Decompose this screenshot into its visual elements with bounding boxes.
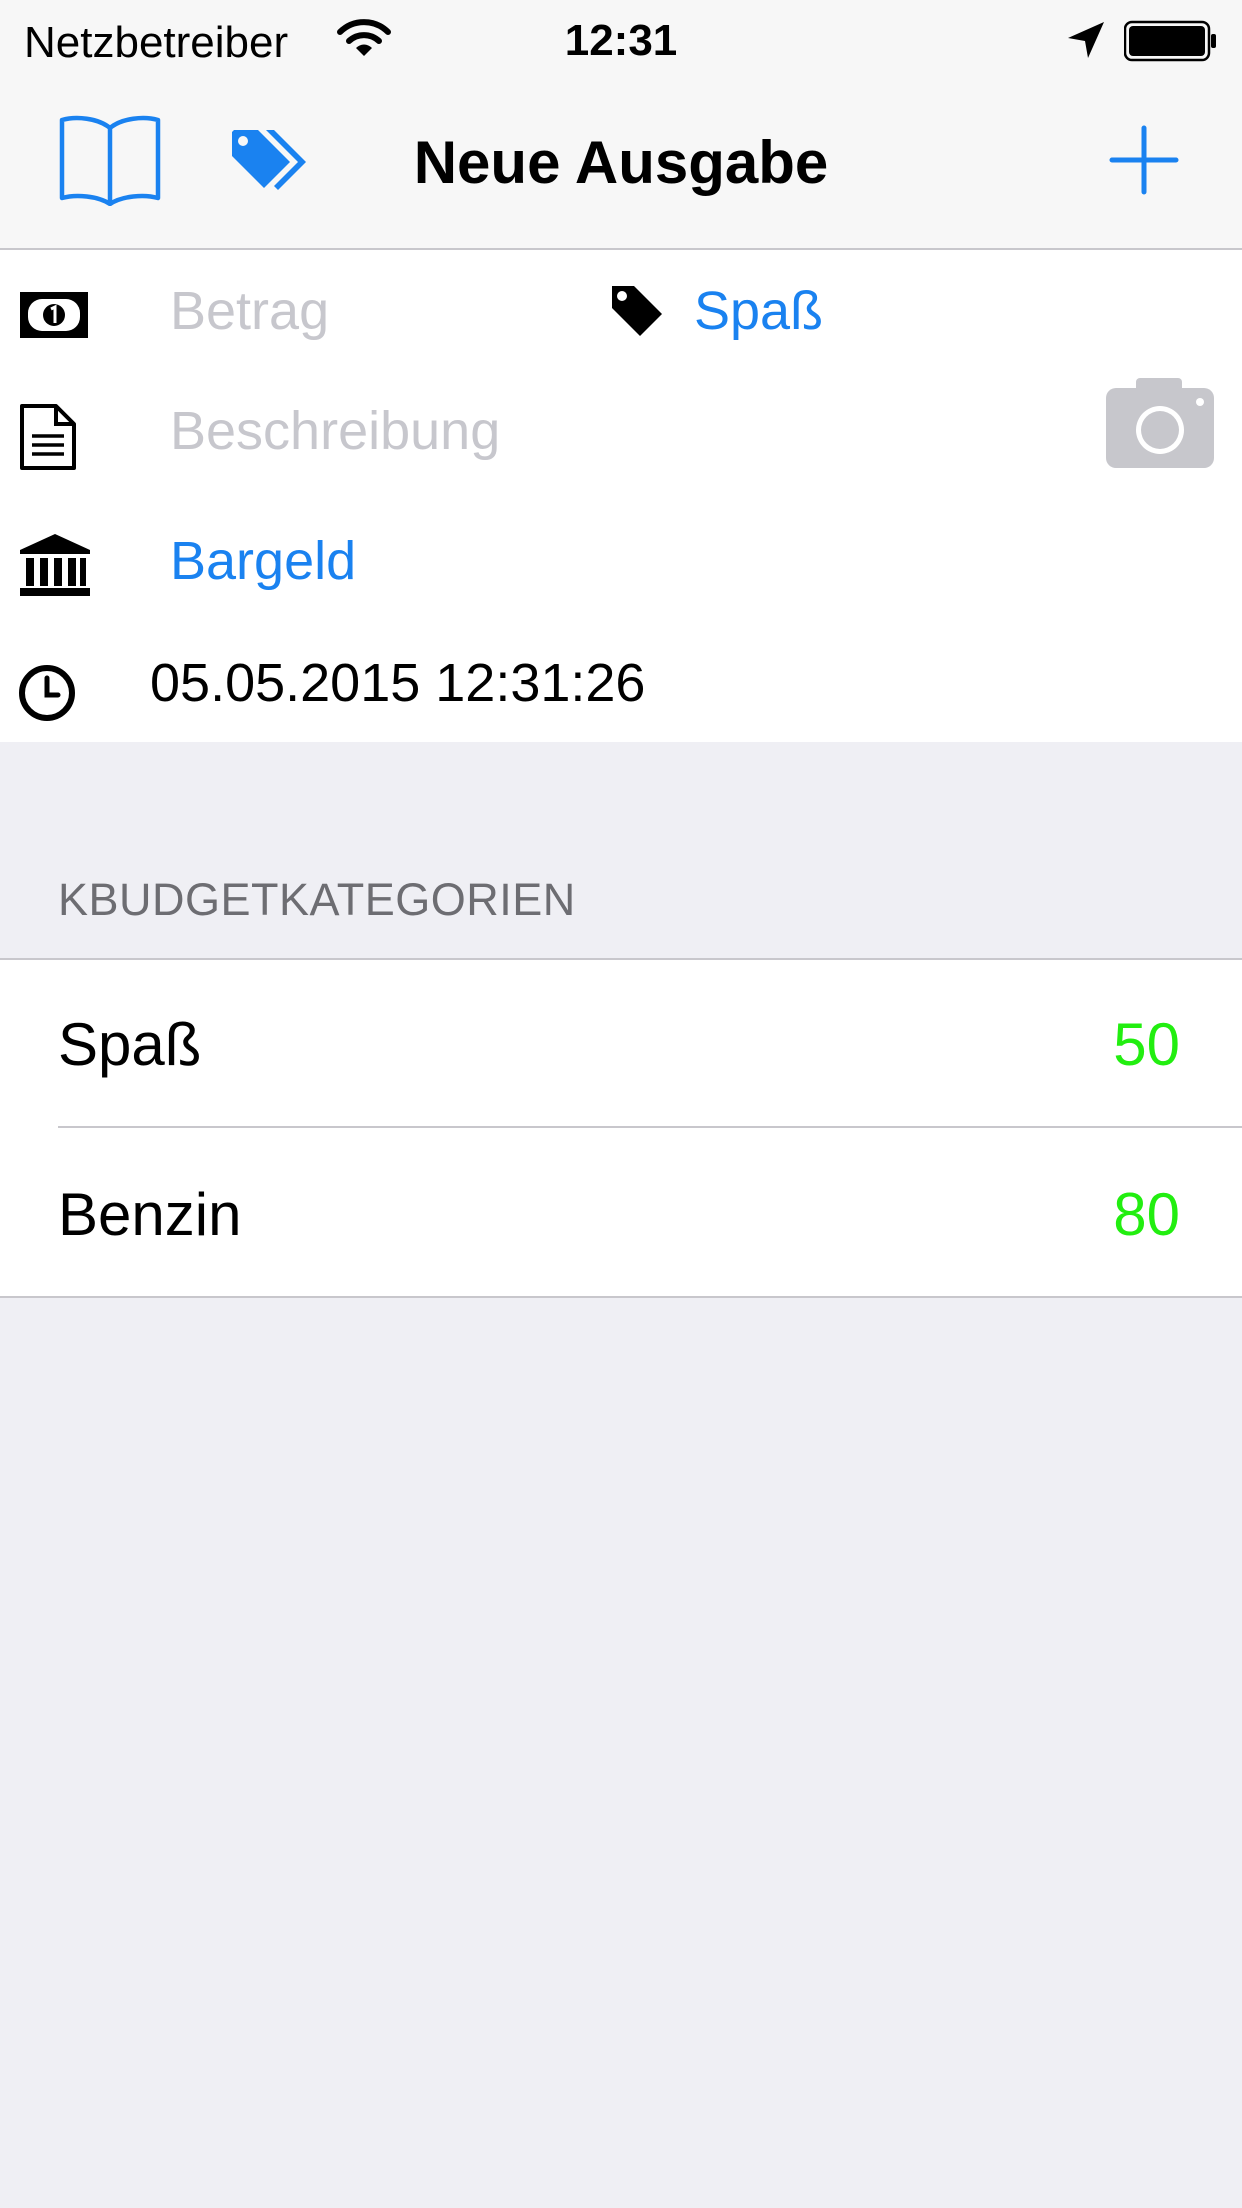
plus-icon[interactable] xyxy=(1108,124,1180,196)
list-item[interactable]: Benzin 80 xyxy=(0,1130,1242,1298)
camera-icon[interactable] xyxy=(1104,376,1216,470)
row-divider xyxy=(58,1126,1242,1128)
money-icon xyxy=(20,292,88,338)
budget-category-label: Benzin xyxy=(58,1181,242,1248)
screen: Netzbetreiber 12:31 Neue Ausgabe Betrag … xyxy=(0,0,1242,2208)
budget-category-value: 80 xyxy=(1113,1181,1180,1248)
expense-form: Betrag Spaß Beschreibung Bargeld 05.05.2… xyxy=(0,250,1242,742)
wifi-icon xyxy=(337,19,391,56)
status-bar: Netzbetreiber 12:31 xyxy=(0,0,1242,84)
tags-icon[interactable] xyxy=(230,128,310,196)
datetime-field[interactable]: 05.05.2015 12:31:26 xyxy=(150,652,645,714)
account-selector[interactable]: Bargeld xyxy=(170,530,356,592)
budget-category-label: Spaß xyxy=(58,1011,202,1078)
category-selector[interactable]: Spaß xyxy=(694,280,823,342)
bank-icon xyxy=(20,534,90,596)
location-arrow-icon xyxy=(1068,22,1104,58)
tag-icon xyxy=(612,286,662,336)
battery-icon xyxy=(1124,20,1216,62)
carrier-label: Netzbetreiber xyxy=(24,18,289,67)
book-icon[interactable] xyxy=(58,114,162,206)
budget-category-list: Spaß 50 Benzin 80 xyxy=(0,958,1242,1298)
amount-input[interactable]: Betrag xyxy=(170,280,329,342)
list-item[interactable]: Spaß 50 xyxy=(0,960,1242,1128)
navigation-bar: Neue Ausgabe xyxy=(0,84,1242,250)
page-title: Neue Ausgabe xyxy=(413,129,829,196)
clock-icon xyxy=(19,665,75,721)
section-header: KBUDGETKATEGORIEN xyxy=(58,874,576,925)
description-input[interactable]: Beschreibung xyxy=(170,400,500,462)
budget-category-value: 50 xyxy=(1113,1011,1180,1078)
document-icon xyxy=(20,404,76,470)
